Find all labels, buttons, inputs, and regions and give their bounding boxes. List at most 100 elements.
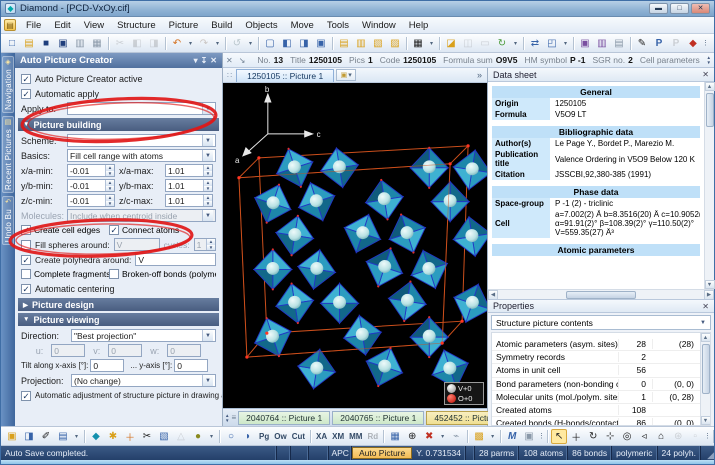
polyhedra-around-input[interactable]: V [135, 253, 216, 266]
center-target-icon[interactable]: ⊕ [404, 429, 420, 444]
toolbar-overflow-icon[interactable]: ⋮ [538, 432, 545, 440]
viewport-icon[interactable]: ▣ [521, 429, 537, 444]
undo-dropdown-icon[interactable]: ▾ [186, 36, 195, 51]
new-file-icon[interactable]: □ [4, 36, 20, 51]
color-grid-icon[interactable]: ▩ [471, 429, 487, 444]
export-dropdown-icon[interactable]: ▾ [561, 36, 570, 51]
database-3-icon[interactable]: ▧ [370, 36, 386, 51]
scroll-up-icon[interactable]: ▲ [704, 82, 715, 91]
apc-panel-header[interactable]: Auto Picture Creator ▾ ↧ ✕ [15, 53, 222, 68]
properties-selector-dropdown[interactable]: Structure picture contents ▼ [491, 315, 711, 330]
rotate-tool-icon[interactable]: ↻ [585, 429, 601, 444]
properties-alt-icon[interactable]: P [668, 36, 684, 51]
picture-tools-icon[interactable]: ✐ [38, 429, 54, 444]
scroll-right-icon[interactable]: ▶ [704, 289, 714, 300]
title-bar[interactable]: ◆ Diamond - [PCD-VxOy.cif] ▬ □ ✕ [1, 1, 714, 17]
history-icon[interactable]: ↺ [229, 36, 245, 51]
structure-canvas[interactable]: b c a V+0 O+0 [223, 83, 487, 408]
ring-icon[interactable]: ○ [223, 429, 239, 444]
menu-item[interactable]: Move [285, 19, 320, 32]
molecule-labels-button[interactable]: XM [330, 429, 346, 444]
yb-max-input[interactable]: 1.01 ▲ ▼ [165, 179, 213, 192]
menu-item[interactable]: Objects [239, 19, 283, 32]
menu-item[interactable]: Picture [163, 19, 205, 32]
history-dropdown-icon[interactable]: ▾ [246, 36, 255, 51]
tab-overflow-chevron[interactable]: » [477, 70, 485, 80]
table-row[interactable]: Created bonds (H-bonds/contacts) 86 (0, … [492, 417, 700, 425]
radii-labels-button[interactable]: Rd [365, 429, 380, 444]
apply-to-dropdown[interactable]: ▼ [67, 102, 216, 115]
print-icon[interactable]: ▦ [89, 36, 105, 51]
broken-off-bonds-checkbox[interactable] [109, 269, 119, 279]
scrollbar-thumb[interactable] [566, 290, 636, 299]
cut-icon[interactable]: ✂ [112, 36, 128, 51]
build-molecule-icon[interactable]: ◆ [88, 429, 104, 444]
minimize-button[interactable]: ▬ [649, 3, 668, 14]
xa-min-input[interactable]: -0.01 ▲ ▼ [67, 164, 115, 177]
polygon-label-button[interactable]: Pg [257, 429, 271, 444]
direction-dropdown[interactable]: "Best projection" ▼ [71, 329, 216, 342]
atom-cluster-icon[interactable]: ✱ [105, 429, 121, 444]
open-file-icon[interactable]: ▤ [21, 36, 37, 51]
swap-view-icon[interactable]: ⇄ [527, 36, 543, 51]
cut-label-button[interactable]: Cut [290, 429, 307, 444]
datasheet-close-icon[interactable]: ✕ [702, 70, 709, 79]
basics-dropdown[interactable]: Fill cell range with atoms ▼ [67, 149, 216, 162]
tilt-x-input[interactable]: 0 [90, 359, 125, 372]
add-atom-icon[interactable]: ＋ [122, 429, 138, 444]
table-row[interactable]: Atomic parameters (asym. sites) 28 (28) [492, 338, 700, 352]
atom-labels-button[interactable]: XA [314, 429, 329, 444]
grip-icon[interactable]: ∷ [225, 71, 234, 80]
scheme-dropdown[interactable]: ▼ [67, 134, 216, 147]
tools-icon[interactable]: ✎ [634, 36, 650, 51]
datasheet-horizontal-scrollbar[interactable]: ◀ ▶ [488, 289, 714, 300]
create-cell-edges-checkbox[interactable]: ✓ [21, 225, 31, 235]
move-tool-icon[interactable]: ＋ [568, 429, 584, 444]
complete-fragments-checkbox[interactable] [21, 269, 31, 279]
window-layout-1-icon[interactable]: ▢ [262, 36, 278, 51]
undo-icon[interactable]: ↶ [169, 36, 185, 51]
print-preview-icon[interactable]: ▥ [72, 36, 88, 51]
zc-max-input[interactable]: 1.01 ▲ ▼ [165, 194, 213, 207]
filter-dropdown-icon[interactable]: ▾ [438, 429, 447, 444]
datasheet-icon[interactable]: ▤ [611, 36, 627, 51]
table-row[interactable]: Atoms in unit cell 56 [492, 364, 700, 378]
picture-frame-icon[interactable]: ▤ [55, 429, 71, 444]
connect-atoms-checkbox[interactable]: ✓ [109, 225, 119, 235]
copy-picture-icon[interactable]: ◫ [460, 36, 476, 51]
projection-dropdown[interactable]: (No change) ▼ [71, 374, 216, 387]
section-picture-building[interactable]: ▼ Picture building [18, 118, 219, 131]
properties-vertical-scrollbar[interactable]: ▲ ▼ [700, 333, 710, 425]
export-view-icon[interactable]: ◰ [544, 36, 560, 51]
send-picture-icon[interactable]: ◨ [21, 429, 37, 444]
tilt-y-input[interactable]: 0 [174, 359, 209, 372]
panel-pin-icon[interactable]: ↧ [201, 56, 208, 65]
zc-min-input[interactable]: -0.01 ▲ ▼ [67, 194, 115, 207]
scrollbar-thumb[interactable] [701, 344, 710, 394]
datasheet-vertical-scrollbar[interactable]: ▲ ▼ [704, 82, 715, 289]
datasheet-panel-header[interactable]: Data sheet ✕ [488, 68, 714, 82]
panel-menu-icon[interactable]: ▾ [194, 56, 198, 65]
scroll-up-icon[interactable]: ▲ [700, 333, 710, 342]
fragment-tree-icon[interactable]: △ [173, 429, 189, 444]
toolbar-overflow-icon[interactable]: ⋮ [704, 432, 711, 440]
table-view-icon[interactable]: ▦ [410, 36, 426, 51]
table-row[interactable]: Molecular units (mol./polym. sites) 1 (0… [492, 391, 700, 404]
table-row[interactable]: Bond parameters (non-bonding co... 0 (0,… [492, 378, 700, 391]
automatic-centering-checkbox[interactable]: ✓ [21, 283, 31, 294]
menu-item[interactable]: Help [403, 19, 435, 32]
window-layout-2-icon[interactable]: ◧ [279, 36, 295, 51]
paste-icon[interactable]: ◨ [146, 36, 162, 51]
dock-tab-recent-pictures[interactable]: ▤ Recent Pictures [2, 115, 14, 193]
view-back-icon[interactable]: ◃ [636, 429, 652, 444]
copy-icon[interactable]: ◧ [129, 36, 145, 51]
dock-tab-undo-buffer[interactable]: ↶ Undo Bu [2, 195, 14, 246]
picture-tool-button[interactable]: ▣ ▾ [336, 69, 357, 81]
table-row[interactable]: Symmetry records 2 [492, 351, 700, 365]
maximize-button[interactable]: □ [670, 3, 689, 14]
measure-mode-button[interactable]: M [504, 429, 520, 444]
tab-list-spinner[interactable]: ▲ ▼ [225, 413, 229, 423]
sphere-mode-icon[interactable]: ● [190, 429, 206, 444]
picture-tab-2040764[interactable]: 2040764 :: Picture 1 [238, 410, 331, 425]
save-all-icon[interactable]: ▣ [55, 36, 71, 51]
